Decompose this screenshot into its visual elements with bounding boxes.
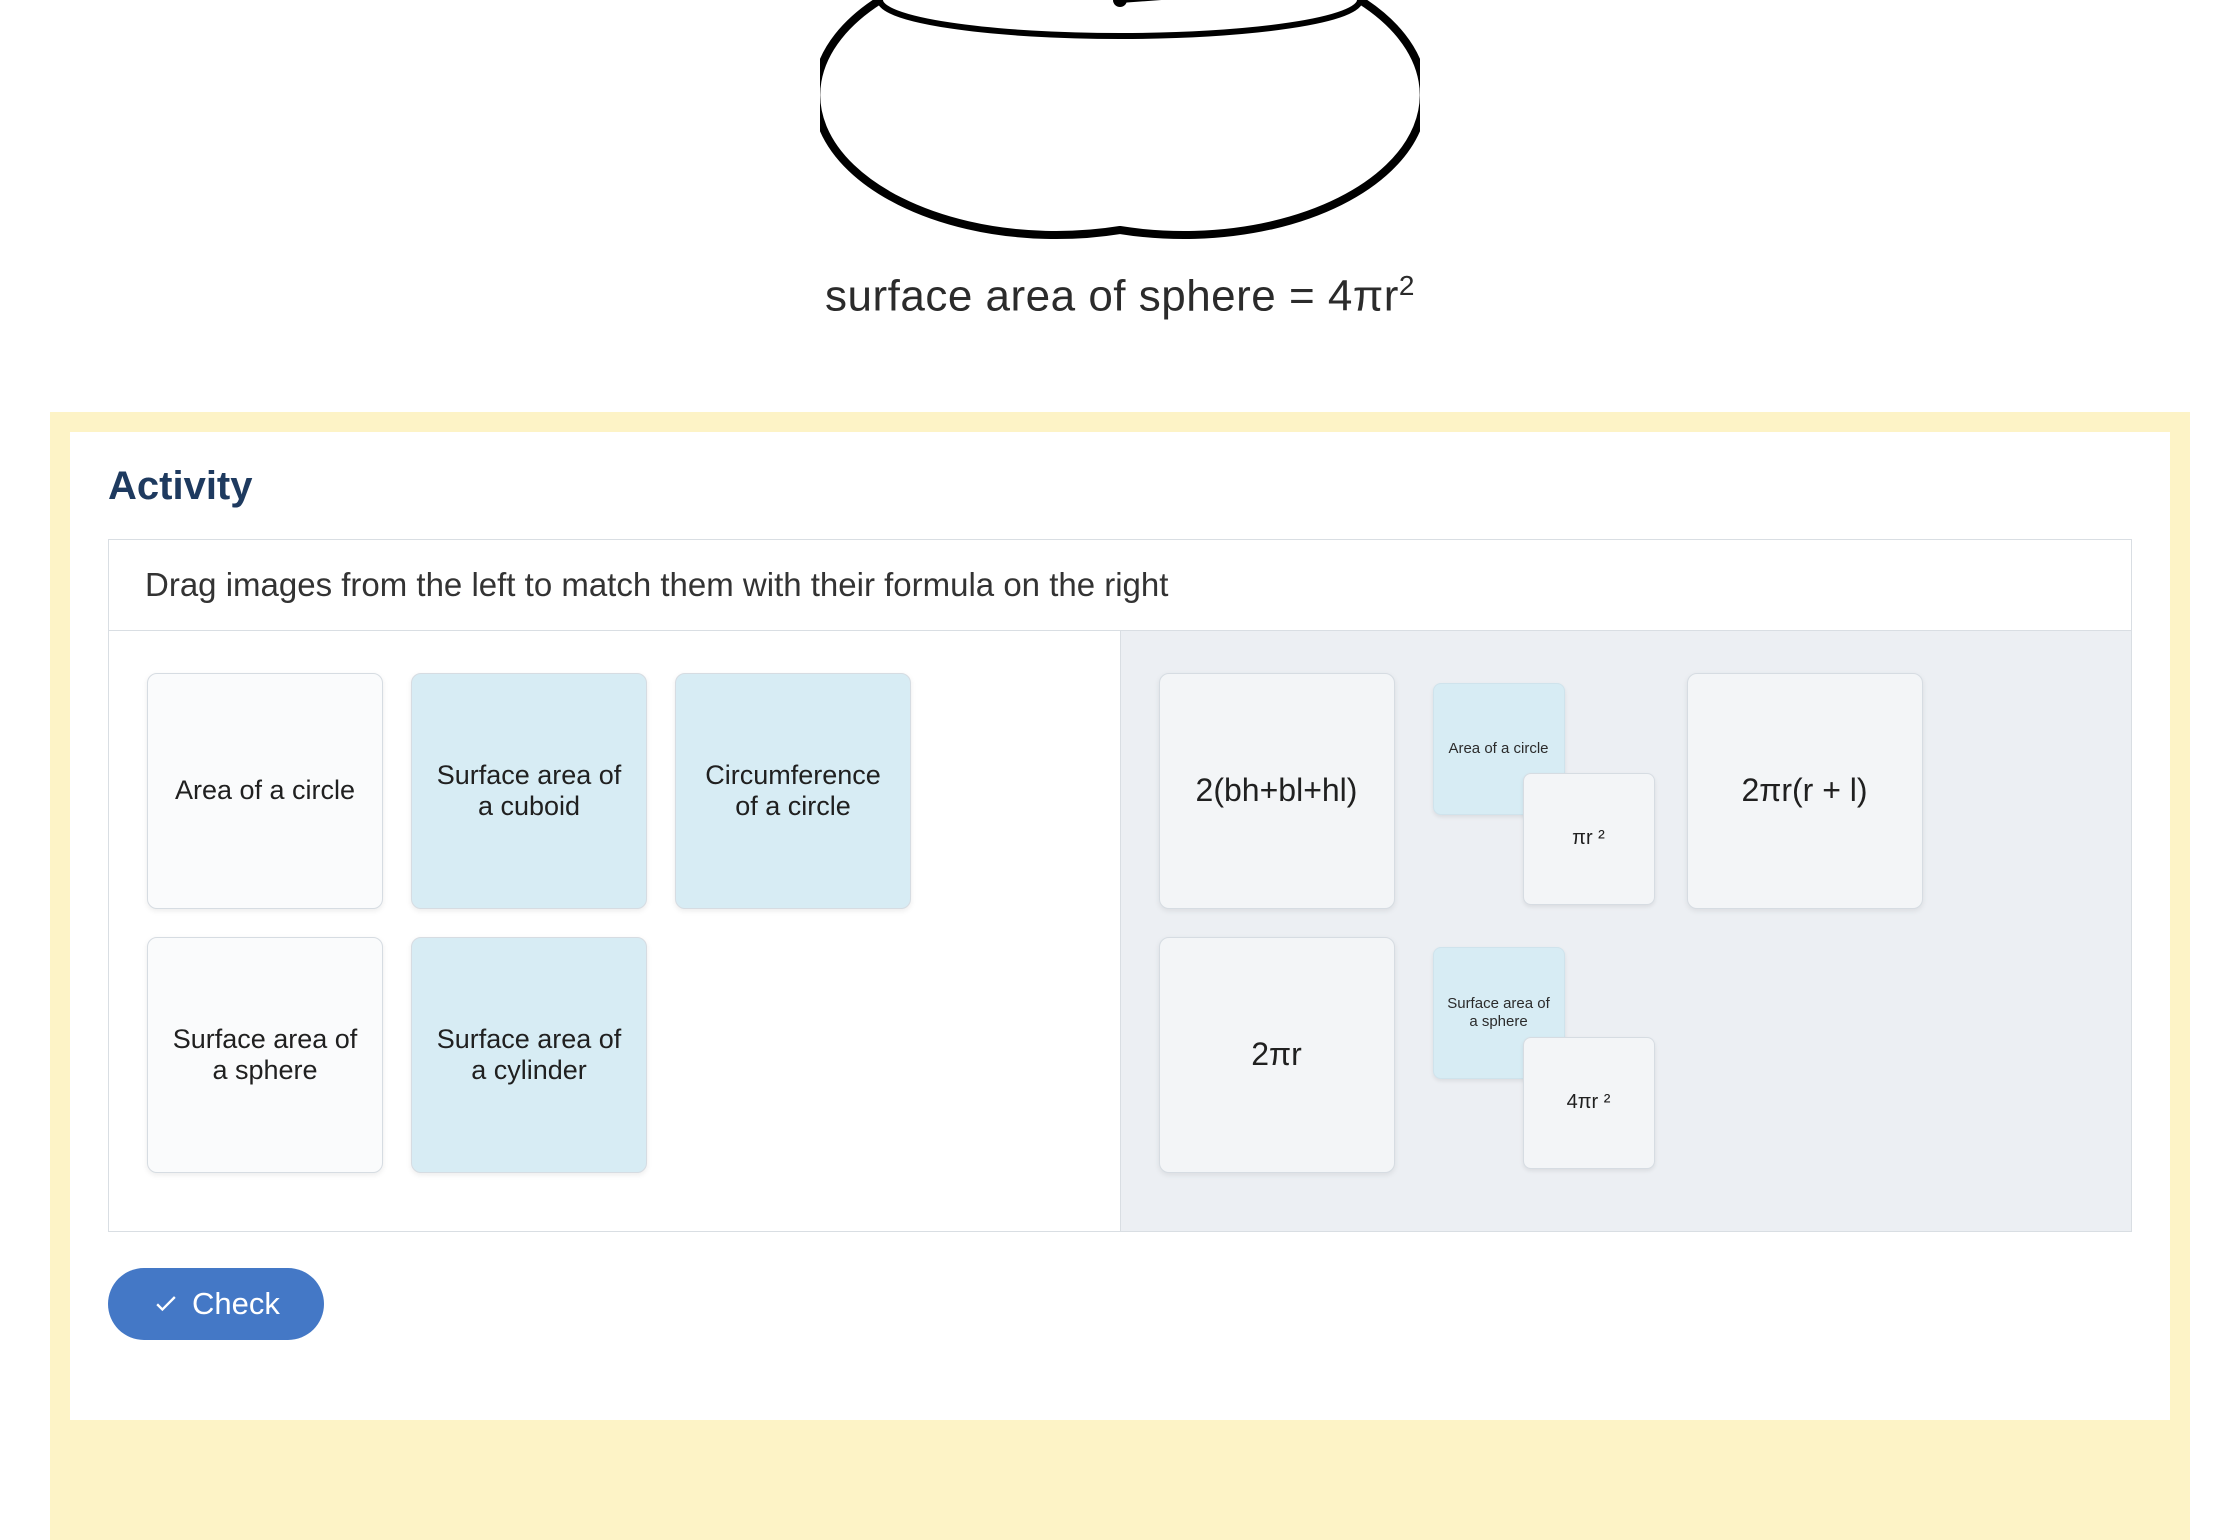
- check-button-label: Check: [192, 1286, 280, 1322]
- matched-pair-sphere[interactable]: Surface area of a sphere 4πr ²: [1423, 937, 1659, 1173]
- activity-title: Activity: [108, 464, 2132, 509]
- drop-slot-cuboid-formula[interactable]: 2(bh+bl+hl): [1159, 673, 1395, 909]
- sphere-diagram-section: surface area of sphere = 4πr2: [0, 0, 2240, 322]
- formula-text: 2πr(r + l): [1741, 772, 1867, 809]
- activity-panel: Activity Drag images from the left to ma…: [70, 432, 2170, 1420]
- matched-formula-card: πr ²: [1523, 773, 1655, 905]
- drag-card-sphere[interactable]: Surface area of a sphere: [147, 937, 383, 1173]
- drop-slot-cylinder-formula[interactable]: 2πr(r + l): [1687, 673, 1923, 909]
- drag-card-cuboid[interactable]: Surface area of a cuboid: [411, 673, 647, 909]
- formula-text: 2πr: [1251, 1036, 1302, 1073]
- activity-wrapper: Activity Drag images from the left to ma…: [50, 412, 2190, 1540]
- matched-pair-area-circle[interactable]: Area of a circle πr ²: [1423, 673, 1659, 909]
- check-icon: [152, 1290, 180, 1318]
- card-label: Circumference of a circle: [694, 760, 892, 822]
- formula-text: 2(bh+bl+hl): [1196, 772, 1358, 809]
- drag-panels: Area of a circle Surface area of a cuboi…: [109, 631, 2131, 1231]
- drag-card-cylinder[interactable]: Surface area of a cylinder: [411, 937, 647, 1173]
- activity-box: Drag images from the left to match them …: [108, 539, 2132, 1232]
- card-label: Surface area of a cylinder: [430, 1024, 628, 1086]
- drop-target-panel: 2(bh+bl+hl) Area of a circle πr ² 2πr(r …: [1121, 631, 2132, 1231]
- drop-slot-circumference-formula[interactable]: 2πr: [1159, 937, 1395, 1173]
- activity-instruction: Drag images from the left to match them …: [109, 540, 2131, 631]
- card-label: Surface area of a cuboid: [430, 760, 628, 822]
- matched-formula-card: 4πr ²: [1523, 1037, 1655, 1169]
- drag-source-panel: Area of a circle Surface area of a cuboi…: [109, 631, 1121, 1231]
- card-label: Surface area of a sphere: [166, 1024, 364, 1086]
- check-button[interactable]: Check: [108, 1268, 324, 1340]
- sphere-formula-text: surface area of sphere = 4πr2: [0, 270, 2240, 322]
- drag-card-area-circle[interactable]: Area of a circle: [147, 673, 383, 909]
- drag-card-circumference[interactable]: Circumference of a circle: [675, 673, 911, 909]
- card-label: Area of a circle: [175, 775, 355, 806]
- sphere-diagram: [820, 0, 1420, 250]
